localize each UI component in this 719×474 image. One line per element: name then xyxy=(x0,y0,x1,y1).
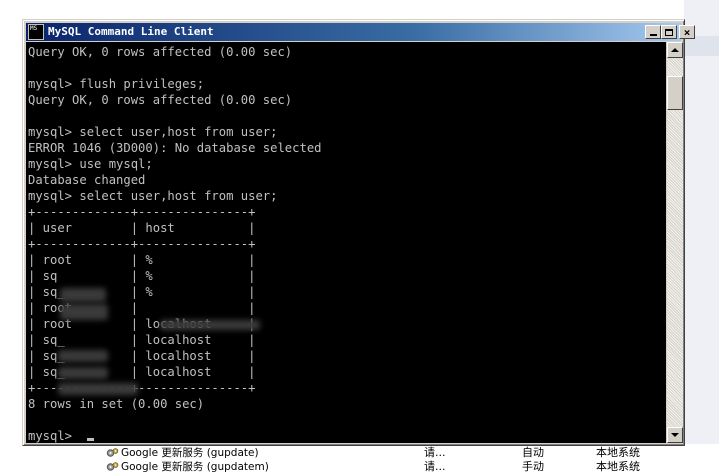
console-line: +-------------+---------------+ xyxy=(28,237,256,251)
console-line: Query OK, 0 rows affected (0.00 sec) xyxy=(28,93,293,107)
service-description: 请... xyxy=(424,460,446,473)
redaction-blur xyxy=(58,350,108,362)
console-line: | sq | % | xyxy=(28,269,256,283)
console-line: | root | % | xyxy=(28,253,256,267)
console-line: ERROR 1046 (3D000): No database selected xyxy=(28,141,322,155)
text-cursor xyxy=(87,438,95,441)
close-button[interactable]: × xyxy=(679,25,695,39)
services-list: Google 更新服务 (gupdate) 请... 自动 本地系统 Googl… xyxy=(0,446,719,474)
service-row[interactable]: Google 更新服务 (gupdate) 请... 自动 本地系统 xyxy=(0,446,719,460)
window-title: MySQL Command Line Client xyxy=(48,25,214,38)
scroll-down-arrow-icon xyxy=(671,433,679,437)
console-line: Database changed xyxy=(28,173,146,187)
console-line: | sq_ | localhost | xyxy=(28,333,256,347)
service-name: Google 更新服务 (gupdatem) xyxy=(121,461,269,473)
service-logon-as: 本地系统 xyxy=(596,460,640,473)
background-window-strip xyxy=(684,0,719,444)
scroll-up-button[interactable] xyxy=(667,42,683,58)
scroll-down-button[interactable] xyxy=(667,427,683,443)
service-startup-type: 手动 xyxy=(522,460,544,473)
title-bar[interactable]: MS MySQL Command Line Client × xyxy=(26,23,695,41)
service-description: 请... xyxy=(424,446,446,459)
console-line: | user | host | xyxy=(28,221,256,235)
console-line: +-------------+---------------+ xyxy=(28,205,256,219)
redaction-blur xyxy=(58,383,138,395)
redaction-blur xyxy=(160,320,260,330)
service-row[interactable]: Google 更新服务 (gupdatem) 请... 手动 本地系统 xyxy=(0,460,719,474)
console-line: mysql> xyxy=(28,428,322,443)
gear-icon xyxy=(106,448,119,457)
redaction-blur xyxy=(60,304,108,320)
gear-icon xyxy=(106,462,119,471)
scroll-up-arrow-icon xyxy=(671,48,679,52)
maximize-button[interactable] xyxy=(661,25,677,39)
app-icon-text: MS xyxy=(30,25,38,32)
console-line: mysql> select user,host from user; xyxy=(28,125,278,139)
console-line: Query OK, 0 rows affected (0.00 sec) xyxy=(28,45,293,59)
service-startup-type: 自动 xyxy=(522,446,544,459)
mysql-console-window[interactable]: MS MySQL Command Line Client × Query OK,… xyxy=(22,19,695,446)
console-line: mysql> use mysql; xyxy=(28,157,153,171)
console-output-area[interactable]: Query OK, 0 rows affected (0.00 sec) mysq… xyxy=(26,42,666,443)
console-line: mysql> flush privileges; xyxy=(28,77,205,91)
maximize-icon xyxy=(665,28,673,36)
service-logon-as: 本地系统 xyxy=(596,446,640,459)
minimize-button[interactable] xyxy=(645,25,661,39)
redaction-blur xyxy=(60,288,106,302)
vertical-scrollbar[interactable] xyxy=(667,42,683,443)
background-window-band xyxy=(684,36,719,56)
close-icon: × xyxy=(683,25,691,39)
console-app-icon[interactable]: MS xyxy=(28,24,44,40)
scroll-thumb[interactable] xyxy=(667,76,683,110)
minimize-icon xyxy=(649,34,657,36)
console-line: 8 rows in set (0.00 sec) xyxy=(28,397,205,411)
service-name: Google 更新服务 (gupdate) xyxy=(121,447,259,459)
console-line: mysql> select user,host from user; xyxy=(28,189,278,203)
redaction-blur xyxy=(58,367,108,379)
